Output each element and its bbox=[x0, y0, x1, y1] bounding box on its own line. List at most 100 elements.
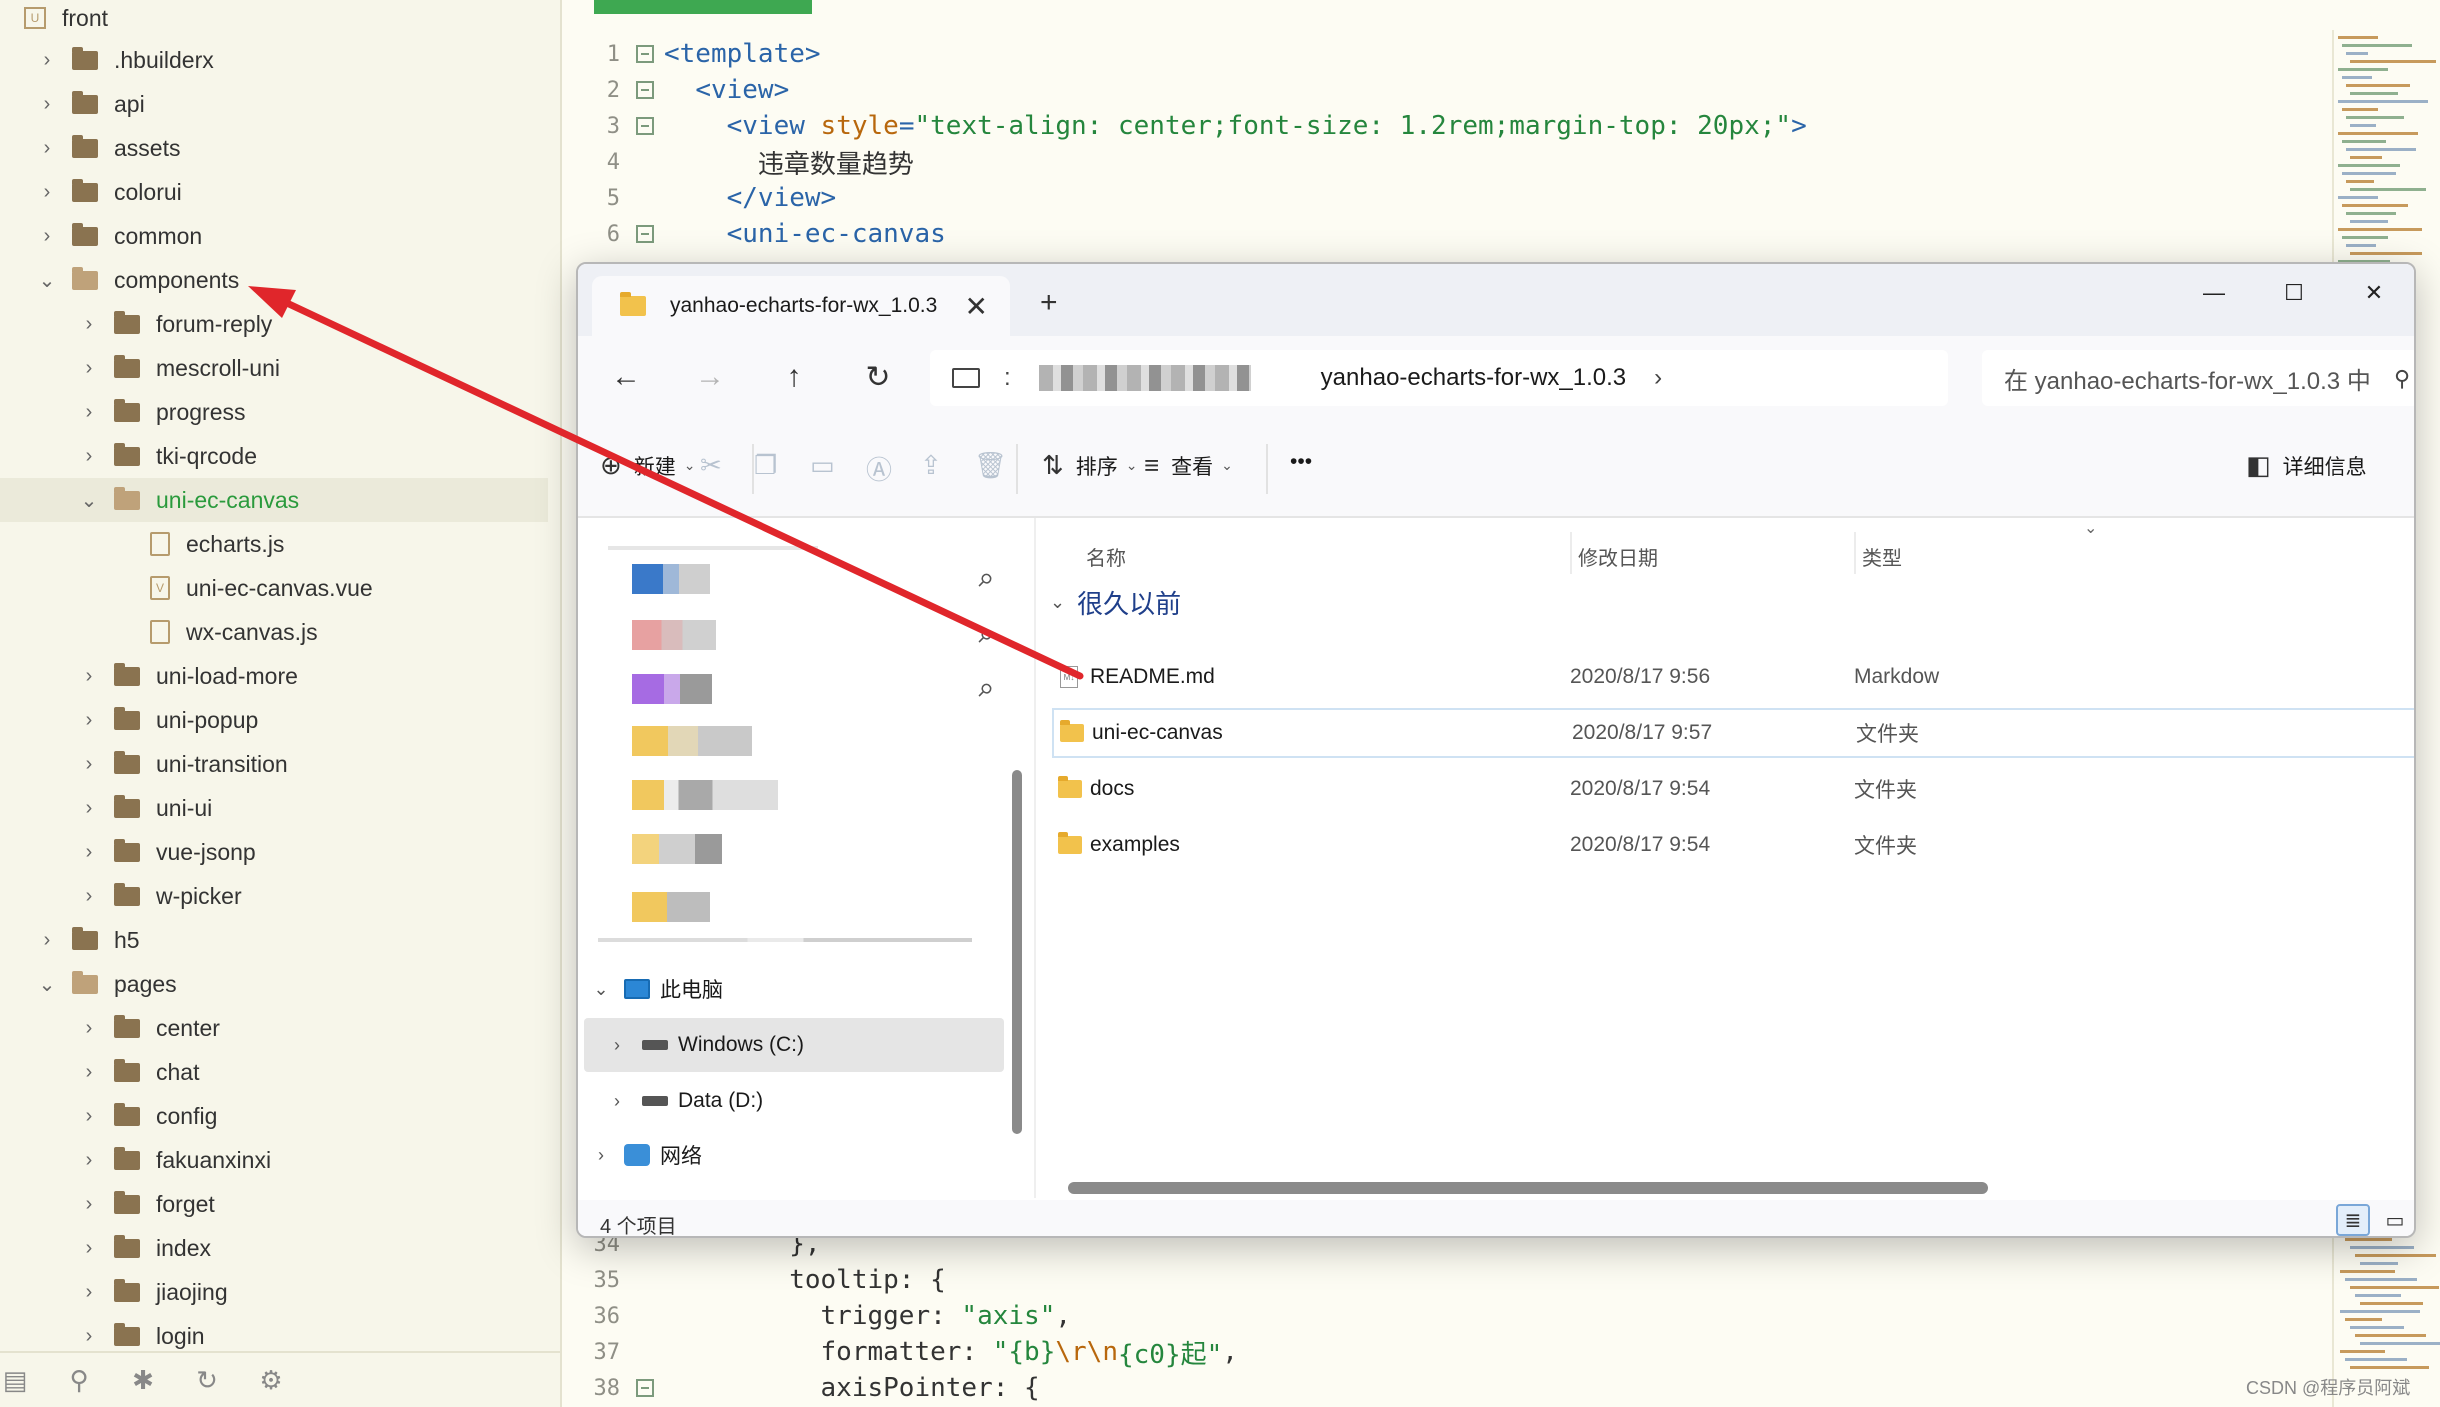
tree-item[interactable]: › vue-jsonp bbox=[0, 830, 548, 874]
rename-button[interactable]: Ⓐ bbox=[866, 450, 904, 487]
tree-item[interactable]: › index bbox=[0, 1226, 548, 1270]
tree-item[interactable]: ⌄ components bbox=[0, 258, 548, 302]
cut-button[interactable]: ✂ bbox=[700, 450, 734, 481]
tree-item[interactable]: › forget bbox=[0, 1182, 548, 1226]
tree-item[interactable]: › common bbox=[0, 214, 548, 258]
view-button[interactable]: ≡ 查看 ⌄ bbox=[1144, 450, 1233, 481]
code-line[interactable]: 1 <template> bbox=[562, 36, 821, 72]
back-button[interactable]: ← bbox=[606, 360, 646, 394]
nav-network[interactable]: › 网络 bbox=[584, 1128, 1004, 1182]
address-bar[interactable]: : yanhao-echarts-for-wx_1.0.3 › bbox=[930, 350, 1948, 406]
explorer-tab[interactable]: yanhao-echarts-for-wx_1.0.3 ✕ bbox=[592, 276, 1010, 336]
tree-item[interactable]: › w-picker bbox=[0, 874, 548, 918]
search-icon[interactable]: ⚲ bbox=[2394, 366, 2410, 392]
details-button[interactable]: ◧ 详细信息 bbox=[2246, 450, 2367, 481]
new-button[interactable]: ⊕ 新建 ⌄ bbox=[600, 450, 696, 481]
fold-toggle-icon[interactable] bbox=[636, 225, 654, 243]
up-button[interactable]: ↑ bbox=[774, 360, 814, 394]
refresh-button[interactable]: ↻ bbox=[858, 360, 898, 395]
copy-button[interactable]: ❐ bbox=[754, 450, 789, 481]
tree-item[interactable]: › colorui bbox=[0, 170, 548, 214]
chevron-right-icon[interactable]: › bbox=[78, 753, 100, 775]
tree-item[interactable]: › api bbox=[0, 82, 548, 126]
sort-button[interactable]: ⇅ 排序 ⌄ bbox=[1042, 450, 1138, 481]
chevron-down-icon[interactable]: ⌄ bbox=[78, 489, 100, 512]
tree-item[interactable]: › chat bbox=[0, 1050, 548, 1094]
forward-button[interactable]: → bbox=[690, 360, 730, 394]
chevron-right-icon[interactable]: › bbox=[78, 401, 100, 423]
chevron-right-icon[interactable]: › bbox=[78, 709, 100, 731]
fold-toggle-icon[interactable] bbox=[636, 117, 654, 135]
chevron-right-icon[interactable]: › bbox=[78, 885, 100, 907]
tree-item[interactable]: › progress bbox=[0, 390, 548, 434]
tree-item[interactable]: ⌄ pages bbox=[0, 962, 548, 1006]
tree-item[interactable]: › tki-qrcode bbox=[0, 434, 548, 478]
fold-toggle-icon[interactable] bbox=[636, 81, 654, 99]
column-header-name[interactable]: 名称 bbox=[1086, 542, 1126, 571]
close-button[interactable]: ✕ bbox=[2354, 280, 2394, 306]
panel-icon[interactable]: ▤ bbox=[0, 1365, 30, 1396]
chevron-right-icon[interactable]: › bbox=[78, 1149, 100, 1171]
tree-item[interactable]: › uni-load-more bbox=[0, 654, 548, 698]
code-line[interactable]: 36 trigger: "axis", bbox=[562, 1298, 1072, 1334]
tree-item[interactable]: › forum-reply bbox=[0, 302, 548, 346]
file-row[interactable]: uni-ec-canvas 2020/8/17 9:57 文件夹 bbox=[1052, 708, 2414, 758]
chevron-right-icon[interactable]: › bbox=[36, 929, 58, 951]
code-line[interactable]: 6 <uni-ec-canvas bbox=[562, 216, 946, 252]
tree-item[interactable]: › uni-transition bbox=[0, 742, 548, 786]
chevron-right-icon[interactable]: › bbox=[36, 181, 58, 203]
chevron-right-icon[interactable]: › bbox=[78, 1105, 100, 1127]
tree-item[interactable]: › jiaojing bbox=[0, 1270, 548, 1314]
paste-button[interactable]: ▭ bbox=[810, 450, 847, 481]
tree-item[interactable]: wx-canvas.js bbox=[0, 610, 548, 654]
file-row[interactable]: docs 2020/8/17 9:54 文件夹 bbox=[1052, 764, 2414, 814]
tree-item[interactable]: › fakuanxinxi bbox=[0, 1138, 548, 1182]
breadcrumb-chevron-icon[interactable]: › bbox=[1654, 364, 1662, 392]
code-line[interactable]: 2 <view> bbox=[562, 72, 789, 108]
tree-item[interactable]: › .hbuilderx bbox=[0, 38, 548, 82]
group-header[interactable]: ⌄ 很久以前 bbox=[1050, 584, 1181, 621]
chevron-right-icon[interactable]: › bbox=[78, 1017, 100, 1039]
tree-root[interactable]: U front bbox=[0, 0, 548, 36]
chevron-right-icon[interactable]: › bbox=[78, 1237, 100, 1259]
address-current-folder[interactable]: yanhao-echarts-for-wx_1.0.3 bbox=[1321, 364, 1626, 392]
tree-item[interactable]: › uni-popup bbox=[0, 698, 548, 742]
chevron-right-icon[interactable]: › bbox=[78, 1325, 100, 1347]
chevron-right-icon[interactable]: › bbox=[78, 1061, 100, 1083]
code-line[interactable]: 37 formatter: "{b} \r\n {c0}起", bbox=[562, 1334, 1238, 1370]
minimize-button[interactable]: — bbox=[2194, 280, 2234, 306]
code-line[interactable]: 4 违章数量趋势 bbox=[562, 144, 914, 180]
details-view-toggle[interactable]: ≣ bbox=[2336, 1204, 2370, 1236]
chevron-right-icon[interactable]: › bbox=[36, 225, 58, 247]
tree-item[interactable]: › h5 bbox=[0, 918, 548, 962]
chevron-down-icon[interactable]: ⌄ bbox=[36, 973, 58, 996]
file-row[interactable]: examples 2020/8/17 9:54 文件夹 bbox=[1052, 820, 2414, 870]
search-box[interactable]: 在 yanhao-echarts-for-wx_1.0.3 中 bbox=[1982, 350, 2414, 406]
tree-item[interactable]: › config bbox=[0, 1094, 548, 1138]
file-row[interactable]: M↓ README.md 2020/8/17 9:56 Markdow bbox=[1052, 652, 2414, 702]
more-button[interactable]: ••• bbox=[1290, 450, 1312, 474]
refresh-icon[interactable]: ↻ bbox=[192, 1365, 222, 1396]
tree-item[interactable]: › uni-ui bbox=[0, 786, 548, 830]
tree-item[interactable]: › assets bbox=[0, 126, 548, 170]
code-line[interactable]: 35 tooltip: { bbox=[562, 1262, 946, 1298]
tree-item[interactable]: ⌄ uni-ec-canvas bbox=[0, 478, 548, 522]
bug-icon[interactable]: ✱ bbox=[128, 1365, 158, 1396]
chevron-right-icon[interactable]: › bbox=[36, 49, 58, 71]
chevron-right-icon[interactable]: › bbox=[36, 137, 58, 159]
nav-drive-d[interactable]: › Data (D:) bbox=[584, 1074, 1004, 1128]
tab-close-button[interactable]: ✕ bbox=[965, 290, 988, 323]
fold-toggle-icon[interactable] bbox=[636, 45, 654, 63]
tree-item[interactable]: › mescroll-uni bbox=[0, 346, 548, 390]
tree-item[interactable]: › center bbox=[0, 1006, 548, 1050]
tree-item[interactable]: echarts.js bbox=[0, 522, 548, 566]
chevron-right-icon[interactable]: › bbox=[78, 841, 100, 863]
chevron-right-icon[interactable]: › bbox=[78, 1281, 100, 1303]
code-line[interactable]: 3 <view style = "text-align: center;font-s… bbox=[562, 108, 1807, 144]
tree-item[interactable]: Vuni-ec-canvas.vue bbox=[0, 566, 548, 610]
code-line[interactable]: 5 </view> bbox=[562, 180, 836, 216]
nav-pane-scrollbar[interactable] bbox=[1012, 770, 1022, 1134]
column-header-modified[interactable]: 修改日期 bbox=[1578, 542, 1658, 571]
chevron-right-icon[interactable]: › bbox=[78, 445, 100, 467]
fold-toggle-icon[interactable] bbox=[636, 1379, 654, 1397]
